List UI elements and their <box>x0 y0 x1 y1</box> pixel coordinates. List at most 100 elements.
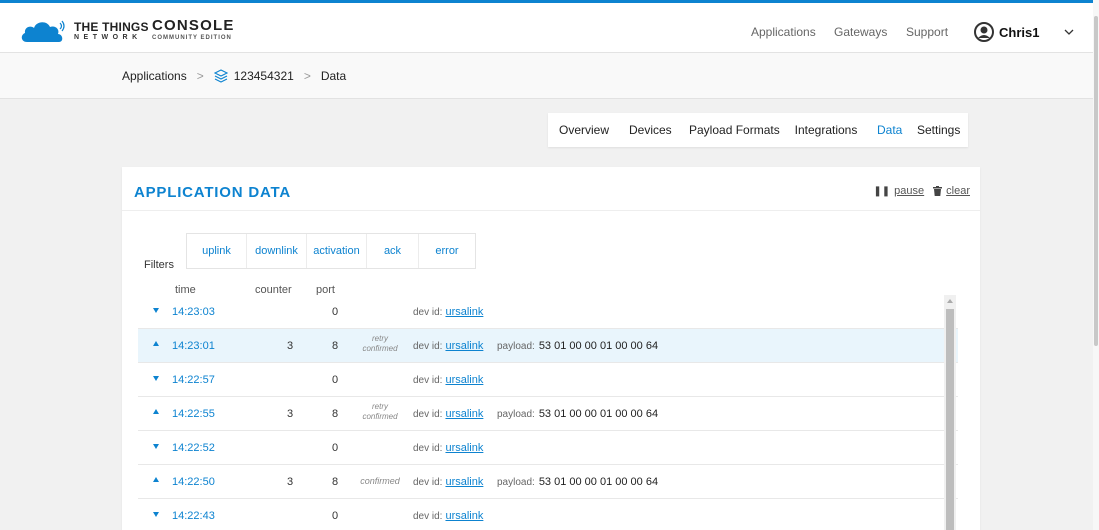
breadcrumb-separator: > <box>196 69 204 83</box>
row-dev-id: dev id: ursalink <box>413 340 483 352</box>
row-time: 14:22:57 <box>172 374 215 386</box>
row-time: 14:22:50 <box>172 476 215 488</box>
row-counter: 3 <box>287 408 294 420</box>
dev-id-label: dev id: <box>413 307 443 318</box>
uplink-arrow-icon <box>153 409 159 414</box>
ttn-cloud-logo-icon[interactable] <box>19 16 69 44</box>
nav-applications[interactable]: Applications <box>751 25 816 39</box>
pause-icon[interactable]: ❚❚ <box>873 186 890 197</box>
row-tag: confirmed <box>360 476 400 486</box>
tab-integrations[interactable]: Integrations <box>784 113 868 147</box>
nav-gateways[interactable]: Gateways <box>834 25 887 39</box>
clear-link[interactable]: clear <box>946 185 970 197</box>
row-port: 0 <box>331 510 339 522</box>
tab-data[interactable]: Data <box>868 113 908 147</box>
row-port: 8 <box>331 476 339 488</box>
payload-value: 53 01 00 00 01 00 00 64 <box>538 476 659 488</box>
table-row[interactable]: 14:22:50 3 8 confirmed dev id: ursalink payloa… <box>138 465 958 499</box>
row-port: 0 <box>331 374 339 386</box>
row-time: 14:22:55 <box>172 408 215 420</box>
card-actions: ❚❚ pause clear <box>873 185 970 197</box>
row-dev-id: dev id: ursalink <box>413 306 483 318</box>
dev-id-label: dev id: <box>413 341 443 352</box>
filter-activation[interactable]: activation <box>307 234 367 268</box>
card-title: APPLICATION DATA <box>134 184 291 201</box>
tab-overview[interactable]: Overview <box>548 113 620 147</box>
downlink-arrow-icon <box>153 444 159 449</box>
payload-label: payload: <box>497 409 535 420</box>
brand-name: THE THINGS NETWORK <box>74 21 149 42</box>
dev-id-link[interactable]: ursalink <box>445 306 483 318</box>
dev-id-label: dev id: <box>413 511 443 522</box>
breadcrumb-applications[interactable]: Applications <box>122 69 187 83</box>
table-scrollbar-thumb[interactable] <box>946 309 954 530</box>
breadcrumb-app-id[interactable]: 123454321 <box>234 69 294 83</box>
row-port: 0 <box>331 306 339 318</box>
application-tabs: Overview Devices Payload Formats Integra… <box>548 113 968 147</box>
tab-payload-formats[interactable]: Payload Formats <box>680 113 784 147</box>
pause-link[interactable]: pause <box>894 185 924 197</box>
dev-id-link[interactable]: ursalink <box>445 374 483 386</box>
table-row[interactable]: 14:22:57 0 dev id: ursalink <box>138 363 958 397</box>
dev-id-link[interactable]: ursalink <box>445 408 483 420</box>
brand-network: NETWORK <box>74 34 142 41</box>
scroll-up-arrow-icon[interactable] <box>947 299 953 303</box>
filters-label: Filters <box>144 259 174 271</box>
dev-id-label: dev id: <box>413 443 443 454</box>
edition-label: COMMUNITY EDITION <box>152 35 232 41</box>
brand-title: THE THINGS <box>74 20 149 34</box>
row-time: 14:22:52 <box>172 442 215 454</box>
table-row[interactable]: 14:22:52 0 dev id: ursalink <box>138 431 958 465</box>
table-row[interactable]: 14:23:01 3 8 retry confirmed dev id: ursalink p… <box>138 329 958 363</box>
filter-error[interactable]: error <box>419 234 475 268</box>
trash-icon[interactable] <box>933 186 943 196</box>
tab-devices[interactable]: Devices <box>620 113 680 147</box>
row-counter: 3 <box>287 476 294 488</box>
row-tags: retry confirmed <box>358 402 402 422</box>
row-payload: payload: 53 01 00 00 01 00 00 64 <box>497 476 658 488</box>
downlink-arrow-icon <box>153 308 159 313</box>
row-counter: 3 <box>287 340 294 352</box>
top-nav-bar: THE THINGS NETWORK CONSOLE COMMUNITY EDI… <box>0 0 1099 53</box>
table-scrollbar[interactable] <box>944 295 956 530</box>
downlink-arrow-icon <box>153 376 159 381</box>
table-row[interactable]: 14:23:03 0 dev id: ursalink <box>138 295 958 329</box>
dev-id-link[interactable]: ursalink <box>445 510 483 522</box>
console-title: CONSOLE COMMUNITY EDITION <box>152 18 235 43</box>
row-dev-id: dev id: ursalink <box>413 374 483 386</box>
console-label: CONSOLE <box>152 17 235 34</box>
table-row[interactable]: 14:22:43 0 dev id: ursalink <box>138 499 958 530</box>
filter-downlink[interactable]: downlink <box>247 234 307 268</box>
page-scrollbar-thumb[interactable] <box>1094 16 1098 346</box>
row-port: 8 <box>331 340 339 352</box>
filter-ack[interactable]: ack <box>367 234 419 268</box>
payload-value: 53 01 00 00 01 00 00 64 <box>538 408 659 420</box>
row-tag: confirmed <box>362 412 398 421</box>
payload-label: payload: <box>497 341 535 352</box>
chevron-down-icon[interactable] <box>1064 29 1074 35</box>
breadcrumb-separator: > <box>303 69 311 83</box>
card-header: APPLICATION DATA ❚❚ pause clear <box>122 167 980 211</box>
user-menu[interactable]: Chris1 <box>974 22 1039 42</box>
row-tag: retry <box>372 402 388 411</box>
breadcrumb: Applications > 123454321 > Data <box>122 69 346 83</box>
row-dev-id: dev id: ursalink <box>413 476 483 488</box>
payload-value: 53 01 00 00 01 00 00 64 <box>538 340 659 352</box>
dev-id-label: dev id: <box>413 477 443 488</box>
table-row[interactable]: 14:22:55 3 8 retry confirmed dev id: ursalink p… <box>138 397 958 431</box>
dev-id-link[interactable]: ursalink <box>445 442 483 454</box>
page-scrollbar[interactable] <box>1093 0 1099 530</box>
filter-uplink[interactable]: uplink <box>187 234 247 268</box>
row-payload: payload: 53 01 00 00 01 00 00 64 <box>497 408 658 420</box>
data-table: 14:23:03 0 dev id: ursalink 14:23:01 3 8 retry c… <box>138 295 958 530</box>
row-tag: confirmed <box>362 344 398 353</box>
breadcrumb-data: Data <box>320 69 347 83</box>
breadcrumb-bar: Applications > 123454321 > Data <box>0 53 1093 99</box>
dev-id-link[interactable]: ursalink <box>445 476 483 488</box>
row-payload: payload: 53 01 00 00 01 00 00 64 <box>497 340 658 352</box>
nav-support[interactable]: Support <box>906 25 948 39</box>
tab-settings[interactable]: Settings <box>908 113 968 147</box>
row-dev-id: dev id: ursalink <box>413 408 483 420</box>
dev-id-link[interactable]: ursalink <box>445 340 483 352</box>
dev-id-label: dev id: <box>413 375 443 386</box>
